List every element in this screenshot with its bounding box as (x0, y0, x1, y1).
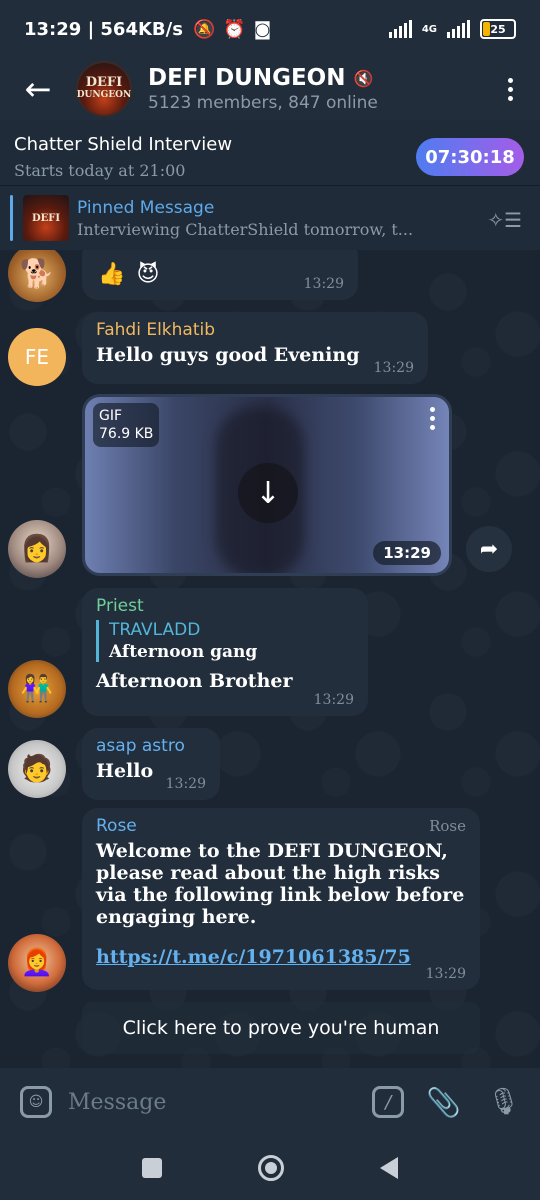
person-avatar-icon: 👩 (20, 534, 54, 564)
message-time: 13:29 (165, 776, 206, 792)
message-time: 13:29 (373, 360, 414, 376)
nav-back-icon[interactable] (380, 1157, 398, 1179)
media-options-icon[interactable] (430, 407, 435, 430)
message-text: Welcome to the DEFI DUNGEON, please read… (96, 840, 465, 928)
person-avatar-icon: 🧑 (20, 754, 54, 784)
back-arrow-icon[interactable]: ← (0, 70, 76, 108)
purple-smiley-icon[interactable]: 😈 (132, 258, 164, 290)
message-input[interactable] (68, 1089, 373, 1115)
system-navigation-bar (0, 1136, 540, 1200)
pinned-indicator (10, 195, 13, 241)
status-separator: | (81, 18, 101, 40)
sender-name[interactable]: Rose (96, 816, 137, 836)
pinned-preview: Interviewing ChatterShield tomorrow, t..… (77, 219, 414, 239)
message-bubble[interactable]: Rose Rose Welcome to the DEFI DUNGEON, p… (82, 808, 480, 990)
thumbs-up-icon[interactable]: 👍 (96, 258, 128, 290)
home-icon[interactable] (258, 1155, 284, 1181)
status-bar: 13:29 | 564KB/s 🔕 ⏰ ◙ 4G 25 (0, 0, 540, 58)
message-list[interactable]: 🐕 👍 😈 13:29 FE Fahdi Elkhatib Hello guys… (0, 250, 540, 1068)
user-avatar[interactable]: FE (8, 328, 66, 386)
reply-text: Afternoon gang (109, 642, 258, 662)
battery-level: 25 (490, 22, 506, 36)
message-time: 13:29 (373, 541, 441, 565)
group-title: DEFI DUNGEON (148, 65, 346, 91)
group-avatar[interactable]: DEFI DUNGEON (76, 61, 132, 117)
avatar-logo-text: DUNGEON (76, 90, 132, 100)
user-avatar[interactable]: 🧑 (8, 740, 66, 798)
wifi-signal-icon (388, 20, 412, 38)
admin-tag: Rose (429, 817, 466, 835)
message-composer: ☺ / 📎 🎙 (0, 1068, 540, 1136)
message-bubble[interactable]: asap astro Hello 13:29 (82, 728, 220, 800)
message-bubble[interactable]: 👍 😈 13:29 (82, 250, 358, 300)
shiba-avatar-icon: 🐕 (19, 256, 55, 290)
app-notification-icon: ◙ (253, 18, 272, 40)
scheduled-voice-chat-bar[interactable]: Chatter Shield Interview Starts today at… (0, 120, 540, 186)
pinned-message-bar[interactable]: DEFI Pinned Message Interviewing Chatter… (0, 186, 540, 250)
gif-info-badge: GIF 76.9 KB (93, 403, 160, 447)
status-time: 13:29 (24, 18, 82, 40)
message-text: Afternoon Brother (96, 670, 293, 692)
avatar-initials: FE (24, 345, 50, 369)
reply-sender: TRAVLADD (109, 620, 201, 640)
reply-quote[interactable]: TRAVLADD Afternoon gang (96, 620, 354, 662)
recents-icon[interactable] (142, 1158, 162, 1178)
user-avatar[interactable]: 👩‍🦰 (8, 934, 66, 992)
sender-name[interactable]: Fahdi Elkhatib (96, 320, 414, 340)
message-time: 13:29 (303, 276, 344, 292)
message-bubble[interactable]: Fahdi Elkhatib Hello guys good Evening 1… (82, 312, 428, 384)
sender-name[interactable]: Priest (96, 596, 354, 616)
message-time: 13:29 (313, 692, 354, 708)
gif-size: 76.9 KB (99, 426, 154, 442)
member-count: 5123 members, 847 online (148, 93, 378, 113)
bot-commands-icon[interactable]: / (372, 1086, 405, 1118)
inline-verify-button[interactable]: Click here to prove you're human (82, 1002, 480, 1054)
header-info[interactable]: DEFI DUNGEON 🔇 5123 members, 847 online (148, 65, 378, 113)
gif-label: GIF (99, 408, 123, 424)
user-avatar[interactable]: 🐕 (8, 250, 66, 302)
message-text: Hello guys good Evening (96, 344, 360, 366)
pinned-title: Pinned Message (77, 197, 215, 218)
cartoon-avatar-icon: 👩‍🦰 (20, 948, 54, 978)
battery-icon: 25 (480, 19, 516, 39)
user-avatar[interactable]: 👩 (8, 520, 66, 578)
message-time: 13:29 (425, 966, 466, 982)
network-speed: 564KB/s (100, 18, 183, 40)
microphone-icon[interactable]: 🎙 (487, 1087, 520, 1117)
sender-name[interactable]: asap astro (96, 736, 206, 756)
muted-bell-icon: 🔕 (192, 18, 216, 40)
cell-signal-icon (447, 20, 470, 38)
download-icon[interactable]: ↓ (238, 463, 298, 523)
user-avatar[interactable]: 👫 (8, 660, 66, 718)
network-type: 4G (421, 23, 437, 35)
more-options-icon[interactable] (480, 77, 540, 101)
pinned-list-icon[interactable]: ✧☰ (487, 208, 522, 232)
couple-avatar-icon: 👫 (20, 674, 54, 704)
message-bubble[interactable]: Priest TRAVLADD Afternoon gang Afternoon… (82, 588, 368, 716)
avatar-logo-text: DEFI (85, 75, 123, 90)
message-link[interactable]: https://t.me/c/1971061385/75 (96, 946, 411, 968)
sticker-icon[interactable]: ☺ (20, 1086, 52, 1118)
forward-icon[interactable]: ➦ (466, 526, 512, 572)
muted-icon: 🔇 (353, 68, 374, 88)
countdown-timer[interactable]: 07:30:18 (416, 138, 524, 176)
alarm-icon: ⏰ (223, 18, 246, 40)
attach-icon[interactable]: 📎 (426, 1086, 461, 1119)
pinned-thumbnail: DEFI (23, 195, 69, 241)
chat-header: ← DEFI DUNGEON DEFI DUNGEON 🔇 5123 membe… (0, 58, 540, 120)
gif-media[interactable]: GIF 76.9 KB ↓ 13:29 (82, 394, 452, 576)
